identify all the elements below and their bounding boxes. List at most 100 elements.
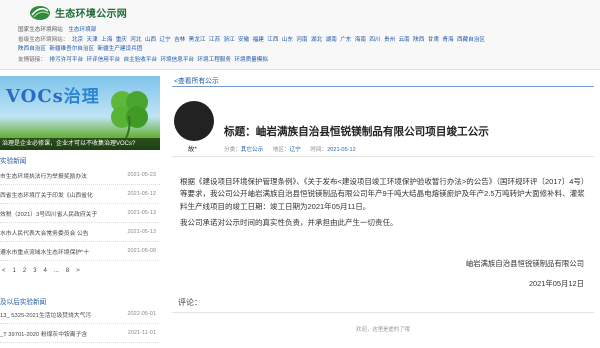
friend-link[interactable]: 环境工程服务 [197, 57, 231, 63]
friend-link[interactable]: 环境质量模拟 [234, 57, 268, 63]
mee-link[interactable]: 生态环境部 [68, 27, 96, 33]
list-item[interactable]: 13_ 5325-2021生活垃圾焚烧大气污 2022-05-01 [0, 305, 160, 324]
post-meta: 分类：其它公示 地区：辽宁 时间：2021-05-12 [224, 145, 356, 153]
news-item-title[interactable]: 13_ 5325-2021生活垃圾焚烧大气污 [0, 310, 116, 319]
pager-item[interactable]: 3 [33, 268, 36, 274]
vocs-banner[interactable]: VOCs治理 治理是企业必修课，企业才可以不收集治理VOCs? [0, 76, 160, 150]
banner-title-en: VOCs [6, 86, 64, 107]
province-link[interactable]: 天津 [87, 37, 98, 43]
banner-caption[interactable]: 治理是企业必修课，企业才可以不收集治理VOCs? [0, 138, 160, 150]
news-item-title[interactable]: 水市人民代表大会常务委员会 公告 [0, 228, 116, 237]
friend-link[interactable]: 环评信用平台 [87, 57, 121, 63]
news-section-title[interactable]: 实验新闻 [0, 155, 26, 165]
comment-empty-text: 欢迎，这里是虚的了哦 [356, 327, 410, 333]
friend-link[interactable]: 自主验收平台 [123, 57, 157, 63]
news-item-date: 2021-05-12 [127, 191, 156, 197]
list-item[interactable]: 市生态环境执法行为举报奖励办法 2021-05-23 [0, 166, 160, 185]
site-name[interactable]: 生态环境公示网 [55, 5, 127, 20]
province-link[interactable]: 浙江 [223, 37, 234, 43]
list-item[interactable]: _T 39701-2020 粉煤灰中铵离子含 2021-11-01 [0, 324, 160, 343]
pager-item[interactable]: 2 [23, 268, 26, 274]
author-name: 故* [188, 146, 197, 153]
back-to-all-link[interactable]: <查看所有公示 [174, 75, 219, 85]
province-link[interactable]: 黑龙江 [189, 37, 206, 43]
friend-links-label: 友情链接： [18, 57, 46, 63]
pager-item[interactable]: 8 [66, 268, 69, 274]
friend-link[interactable]: 环境信息平台 [160, 57, 194, 63]
province-link[interactable]: 陕西 [413, 37, 424, 43]
friend-link[interactable]: 排污许可平台 [50, 57, 84, 63]
news-item-date: 2021-11-01 [127, 330, 156, 336]
national-links-row: 国家生态环境网站 生态环境部 [18, 25, 100, 33]
post-title: 标题：岫岩满族自治县恒锐镁制品有限公司项目竣工公示 [224, 126, 489, 138]
province-link[interactable]: 新疆维吾尔自治区 [49, 46, 94, 52]
comment-box: 欢迎，这里是虚的了哦 [172, 312, 594, 348]
province-link[interactable]: 山西 [145, 37, 156, 43]
pager-item[interactable]: ... [54, 268, 59, 274]
province-link[interactable]: 安徽 [238, 37, 249, 43]
list-item[interactable]: 效税（2021）3号四川省人民政府关于 2021-05-13 [0, 204, 160, 223]
banner-title: VOCs治理 [6, 82, 100, 107]
news-item-title[interactable]: 西省生态环境厅关于印发《山西省化 [0, 190, 116, 199]
post-paragraph: 我公司承诺对公示时间的真实性负责，并承担由此产生一切责任。 [180, 218, 398, 228]
provincial-links-row: 省级生态环境网站： 北京 天津 上海 重庆 河北 山西 辽宁 吉林 黑龙江 江苏 浙江 安徽 福建 江西山… [18, 35, 488, 43]
main-content: <查看所有公示 故* 标题：岫岩满族自治县恒锐镁制品有限公司项目竣工公示 分类：… [166, 72, 600, 348]
province-link[interactable]: 河北 [130, 37, 141, 43]
news-item-title[interactable]: 效税（2021）3号四川省人民政府关于 [0, 209, 116, 218]
province-link[interactable]: 辽宁 [159, 37, 170, 43]
news2-list: 13_ 5325-2021生活垃圾焚烧大气污 2022-05-01 _T 39701… [0, 305, 160, 343]
news-item-title[interactable]: _T 39701-2020 粉煤灰中铵离子含 [0, 329, 116, 338]
list-item[interactable]: 西省生态环境厅关于印发《山西省化 2021-05-12 [0, 185, 160, 204]
province-link[interactable]: 福建 [253, 37, 264, 43]
province-link[interactable]: 西藏自治区 [457, 37, 485, 43]
signature-date: 2021年05月12日 [528, 279, 584, 288]
news-item-date: 2021-05-09 [127, 248, 156, 254]
post-paragraph: 根据《建设项目环境保护管理条例》、《关于发布<建设项目竣工环境保护验收暂行办法>… [180, 177, 589, 211]
news-item-date: 2021-05-13 [127, 210, 156, 216]
pager-item[interactable]: 1 [13, 268, 16, 274]
list-item[interactable]: 水市人民代表大会常务委员会 公告 2021-05-13 [0, 223, 160, 242]
pager-item[interactable]: > [76, 268, 80, 274]
province-link[interactable]: 江西 [267, 37, 278, 43]
province-link[interactable]: 吉林 [174, 37, 185, 43]
provincial-links-row-2: 陕西自治区 新疆维吾尔自治区 新疆生产建设兵团 [18, 44, 146, 52]
news-item-title[interactable]: 遵水市重点流域水生态环境保护"十 [0, 247, 116, 256]
region-label: 地区： [272, 147, 290, 153]
province-link[interactable]: 北京 [72, 37, 83, 43]
post-body: 根据《建设项目环境保护管理条例》、《关于发布<建设项目竣工环境保护验收暂行办法>… [180, 176, 592, 234]
province-link[interactable]: 山东 [282, 37, 293, 43]
province-link[interactable]: 河南 [296, 37, 307, 43]
province-link[interactable]: 四川 [369, 37, 380, 43]
list-item[interactable]: 遵水市重点流域水生态环境保护"十 2021-05-09 [0, 242, 160, 261]
province-link[interactable]: 甘肃 [428, 37, 439, 43]
province-link[interactable]: 湖南 [326, 37, 337, 43]
region-link[interactable]: 辽宁 [290, 147, 301, 153]
province-link[interactable]: 青海 [442, 37, 453, 43]
province-link[interactable]: 陕西自治区 [18, 46, 46, 52]
province-link[interactable]: 海南 [355, 37, 366, 43]
province-link[interactable]: 新疆生产建设兵团 [98, 46, 143, 52]
pager-item[interactable]: < [2, 268, 6, 274]
province-link[interactable]: 湖北 [311, 37, 322, 43]
signature-org: 岫岩满族自治县恒锐镁制品有限公司 [465, 259, 584, 268]
province-link[interactable]: 重庆 [116, 37, 127, 43]
pager-item[interactable]: 4 [44, 268, 47, 274]
province-link[interactable]: 云南 [399, 37, 410, 43]
province-link[interactable]: 贵州 [384, 37, 395, 43]
province-link[interactable]: 广东 [340, 37, 351, 43]
site-header: 生态环境公示网 国家生态环境网站 生态环境部 省级生态环境网站： 北京 天津 上海重… [0, 0, 600, 70]
news-list: 市生态环境执法行为举报奖励办法 2021-05-23 西省生态环境厅关于印发《山西省… [0, 166, 160, 261]
province-link[interactable]: 江苏 [209, 37, 220, 43]
national-link[interactable]: 国家生态环境网站 [18, 27, 63, 33]
avatar[interactable] [174, 101, 214, 141]
comment-label: 评论： [178, 298, 202, 307]
site-logo[interactable] [28, 3, 52, 21]
sidebar: VOCs治理 治理是企业必修课，企业才可以不收集治理VOCs? 实验新闻 市生态… [0, 72, 160, 348]
news-item-title[interactable]: 市生态环境执法行为举报奖励办法 [0, 171, 116, 180]
news-pager: <1 2 3 4... 8 > [2, 268, 80, 274]
province-link[interactable]: 上海 [101, 37, 112, 43]
friend-links-row: 友情链接： 排污许可平台 环评信用平台 自主验收平台 环境信息平台 环境工程服务 环境质量… [18, 55, 271, 63]
news-item-date: 2022-05-01 [127, 311, 156, 317]
divider [172, 156, 594, 157]
category-link[interactable]: 其它公示 [241, 147, 263, 153]
